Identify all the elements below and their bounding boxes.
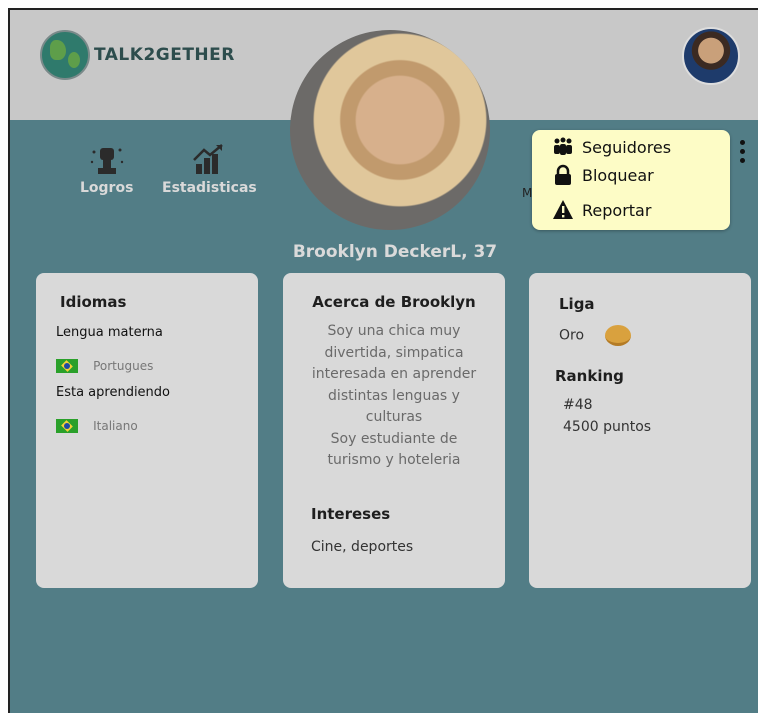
native-language-row: Portugues bbox=[56, 355, 153, 374]
languages-card: Idiomas Lengua materna Portugues Esta ap… bbox=[36, 273, 258, 588]
interests-text: Cine, deportes bbox=[311, 539, 414, 555]
learning-language-label: Esta aprendiendo bbox=[56, 385, 171, 400]
hidden-nav-label: M bbox=[522, 186, 533, 200]
native-language-label: Lengua materna bbox=[56, 325, 163, 340]
trophy-icon bbox=[90, 148, 123, 174]
interests-title: Intereses bbox=[311, 505, 391, 523]
app-frame: TALK2GETHER Logros Estadisticas M Seguid… bbox=[8, 8, 758, 713]
nav-logros[interactable]: Logros bbox=[80, 142, 133, 196]
profile-name: Brooklyn DeckerL, 37 bbox=[292, 242, 498, 262]
learning-language: Italiano bbox=[93, 419, 138, 433]
league-title: Liga bbox=[559, 295, 595, 313]
brazil-flag-icon bbox=[56, 418, 78, 433]
logo-text: TALK2GETHER bbox=[94, 45, 235, 65]
more-options-icon[interactable] bbox=[740, 140, 746, 167]
league-card: Liga Oro Ranking #48 4500 puntos bbox=[529, 273, 751, 588]
league-tier: Oro bbox=[559, 327, 585, 344]
ranking-title: Ranking bbox=[555, 367, 624, 385]
learning-language-row: Italiano bbox=[56, 415, 138, 434]
league-tier-row: Oro bbox=[559, 325, 631, 346]
languages-title: Idiomas bbox=[60, 293, 127, 311]
menu-item-label: Seguidores bbox=[582, 137, 672, 157]
menu-item-label: Bloquear bbox=[582, 165, 654, 185]
gold-coin-icon bbox=[604, 325, 631, 346]
menu-item-seguidores[interactable]: Seguidores bbox=[552, 136, 671, 158]
about-text: Soy una chica muy divertida, simpatica i… bbox=[311, 323, 477, 468]
followers-icon bbox=[552, 136, 574, 158]
menu-item-label: Reportar bbox=[582, 200, 652, 220]
brazil-flag-icon bbox=[56, 358, 78, 373]
about-card: Acerca de Brooklyn Soy una chica muy div… bbox=[283, 273, 505, 588]
menu-item-reportar[interactable]: Reportar bbox=[552, 199, 651, 221]
nav-estadisticas[interactable]: Estadisticas bbox=[162, 142, 257, 196]
nav-logros-label: Logros bbox=[80, 180, 134, 196]
lock-icon bbox=[552, 164, 574, 186]
native-language: Portugues bbox=[93, 359, 154, 373]
bar-chart-icon bbox=[193, 144, 224, 174]
user-avatar[interactable] bbox=[682, 27, 740, 85]
nav-estadisticas-label: Estadisticas bbox=[162, 180, 257, 196]
options-popup-menu: Seguidores Bloquear Reportar bbox=[532, 130, 730, 230]
ranking-position: #48 bbox=[563, 397, 593, 413]
app-logo[interactable]: TALK2GETHER bbox=[40, 30, 235, 80]
warning-icon bbox=[552, 199, 574, 221]
globe-icon bbox=[40, 30, 90, 80]
about-title: Acerca de Brooklyn bbox=[312, 293, 476, 311]
ranking-points: 4500 puntos bbox=[563, 419, 652, 435]
profile-photo bbox=[290, 30, 490, 230]
menu-item-bloquear[interactable]: Bloquear bbox=[552, 164, 654, 186]
